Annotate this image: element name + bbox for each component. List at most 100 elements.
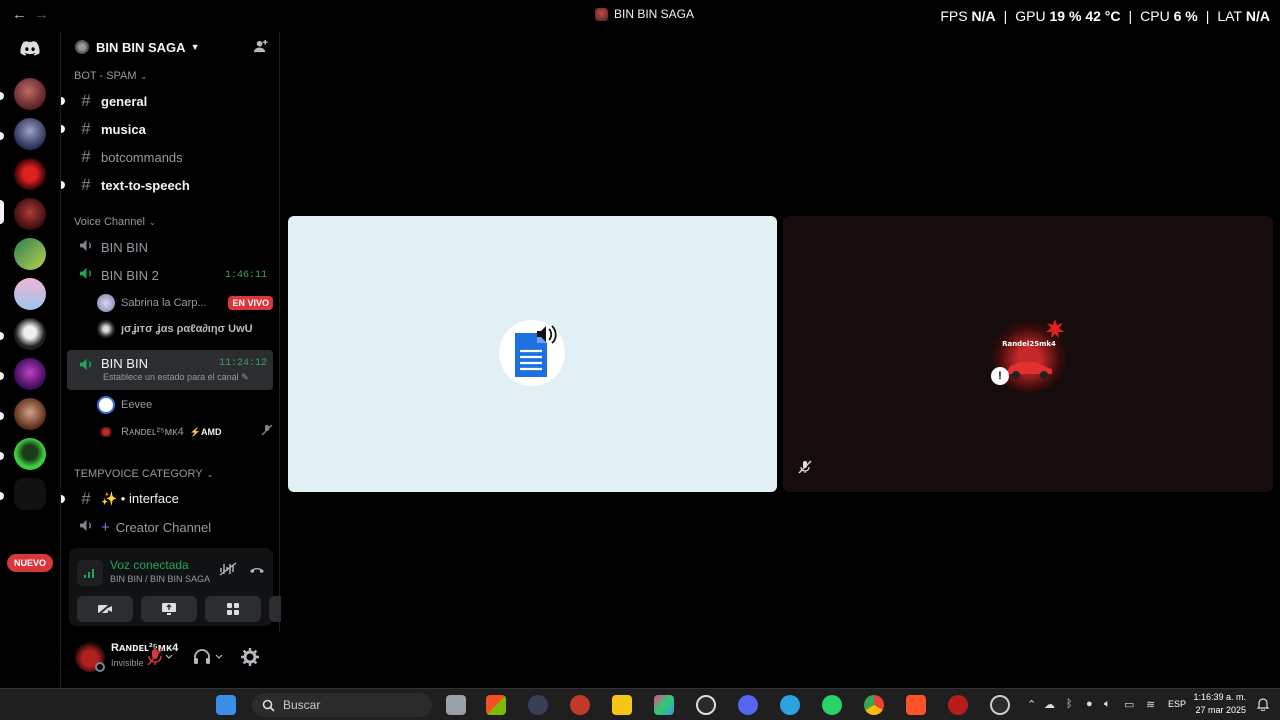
channel-name: general (101, 93, 148, 109)
category-tempvoice[interactable]: TEMPVOICE CATEGORY ⌄ (74, 468, 213, 480)
voice-channel-bin-bin-2[interactable]: BIN BIN 2 1:46:11 (67, 262, 273, 288)
voice-user[interactable]: Rᴀɴᴅᴇʟ²⁵ᴍᴋ4 ⚡AMD (97, 421, 273, 443)
participant-tile[interactable] (288, 216, 777, 492)
file-explorer-icon[interactable] (612, 695, 632, 715)
app-icon[interactable] (990, 695, 1010, 715)
new-badge[interactable]: NUEVO (7, 554, 53, 572)
back-arrow-icon[interactable]: ← (12, 6, 27, 23)
app-icon[interactable] (570, 695, 590, 715)
server-icon-bin-bin-saga[interactable] (14, 198, 46, 230)
plus-icon: + (101, 518, 110, 536)
app-icon[interactable] (654, 695, 674, 715)
forward-arrow-icon[interactable]: → (34, 6, 49, 23)
perf-separator: | (1003, 8, 1008, 24)
windows-taskbar: Buscar ⌃ ☁ ᛒ ● 🔈︎ ▭ ≋ ESP 1:16:39 a. m. … (0, 688, 1280, 720)
unread-pill (61, 125, 65, 133)
activities-button[interactable] (205, 596, 261, 622)
channel-botcommands[interactable]: # botcommands (67, 144, 273, 170)
cpu-label: CPU (1140, 8, 1170, 24)
status-invisible-icon (95, 662, 105, 672)
app-icon[interactable] (948, 695, 968, 715)
noise-suppression-icon[interactable] (219, 562, 237, 581)
brave-icon[interactable] (906, 695, 926, 715)
notification-bell-icon[interactable] (1256, 697, 1270, 716)
disconnect-icon[interactable] (249, 562, 265, 580)
fps-label: FPS (940, 8, 968, 24)
volume-icon[interactable]: 🔈︎ (1104, 698, 1111, 711)
settings-gear-icon[interactable] (241, 648, 259, 671)
server-icon[interactable] (14, 78, 46, 110)
discord-home-icon[interactable] (14, 32, 46, 64)
server-icon[interactable] (14, 118, 46, 150)
guild-unread-pill (0, 412, 4, 420)
cloud-icon[interactable]: ☁ (1044, 698, 1055, 711)
taskbar-search[interactable]: Buscar (252, 693, 432, 717)
mic-muted-button[interactable] (147, 648, 173, 671)
avatar-caption: Randel25mk4 (1002, 340, 1056, 348)
widgets-icon[interactable] (216, 695, 236, 715)
voice-channel-bin-bin-active[interactable]: BIN BIN 11:24:12 Establece un estado par… (67, 350, 273, 390)
channel-name: BIN BIN (101, 239, 148, 255)
channel-status-prompt[interactable]: Establece un estado para el canal ✎ (103, 372, 249, 383)
guild-unread-pill (0, 92, 4, 100)
wifi-icon[interactable]: ≋ (1146, 698, 1155, 711)
gpu-temp: 42 °C (1085, 8, 1121, 24)
voice-channel-bin-bin[interactable]: BIN BIN (67, 234, 273, 260)
voice-user[interactable]: ȷσʝιтσ ʝαѕ ραℓα∂ιησ UwU (97, 318, 273, 340)
user-status: Invisible (111, 658, 144, 668)
voice-stage: Randel25mk4 ! (281, 32, 1280, 688)
channel-text-to-speech[interactable]: # text-to-speech (61, 172, 273, 198)
server-icon[interactable] (14, 398, 46, 430)
channel-sidebar: BIN BIN SAGA ▼ BOT - SPAM ⌄ # general # … (60, 32, 325, 688)
discord-taskbar-icon[interactable] (738, 695, 758, 715)
channel-general[interactable]: # general (61, 88, 273, 114)
channel-interface[interactable]: # ✨ • interface (61, 486, 273, 512)
taskbar-clock[interactable]: 1:16:39 a. m. 27 mar 2025 (1193, 691, 1246, 717)
invite-people-icon[interactable] (253, 39, 268, 59)
voice-user[interactable]: Eevee (97, 394, 273, 416)
voice-user[interactable]: Sabrina la Carp... EN VIVO (97, 292, 273, 314)
server-icon[interactable] (14, 318, 46, 350)
hashtag-icon: # (81, 147, 91, 166)
category-label: Voice Channel (74, 216, 145, 228)
show-hidden-icons-icon[interactable]: ⌃ (1027, 698, 1036, 711)
hashtag-icon: # (81, 489, 91, 508)
category-bot-spam[interactable]: BOT - SPAM ⌄ (74, 70, 147, 82)
voice-user-name: Eevee (121, 399, 153, 411)
server-icon[interactable] (14, 438, 46, 470)
server-header[interactable]: BIN BIN SAGA ▼ (61, 32, 280, 62)
microsoft-store-icon[interactable] (486, 695, 506, 715)
server-folder-icon[interactable] (14, 478, 46, 510)
task-view-icon[interactable] (446, 695, 466, 715)
chrome-icon[interactable] (864, 695, 884, 715)
battery-icon[interactable]: ▭ (1124, 698, 1134, 711)
headphones-button[interactable] (193, 648, 223, 671)
server-icon[interactable] (14, 158, 46, 190)
voice-location[interactable]: BIN BIN / BIN BIN SAGA (110, 574, 210, 584)
guild-unread-pill (0, 492, 4, 500)
voice-status[interactable]: Voz conectada (110, 558, 189, 572)
screen-share-button[interactable] (141, 596, 197, 622)
language-indicator[interactable]: ESP (1168, 699, 1186, 709)
media-player-icon[interactable] (696, 695, 716, 715)
server-icon[interactable] (14, 358, 46, 390)
bluetooth-icon[interactable]: ᛒ (1066, 698, 1073, 710)
whatsapp-icon[interactable] (822, 695, 842, 715)
signal-icon[interactable] (77, 560, 103, 586)
telegram-icon[interactable] (780, 695, 800, 715)
app-icon[interactable] (528, 695, 548, 715)
channel-musica[interactable]: # musica (61, 116, 273, 142)
unread-pill (61, 181, 65, 189)
category-voice-channel[interactable]: Voice Channel ⌄ (74, 216, 156, 228)
hashtag-icon: # (81, 175, 91, 194)
perf-separator: | (1205, 8, 1210, 24)
microphone-icon[interactable]: ● (1086, 698, 1093, 710)
server-icon[interactable] (14, 238, 46, 270)
camera-button[interactable] (77, 596, 133, 622)
channel-name: BIN BIN (101, 356, 148, 371)
chevron-down-icon: ⌄ (140, 71, 148, 81)
server-icon[interactable] (14, 278, 46, 310)
avatar (97, 320, 115, 338)
participant-tile[interactable]: Randel25mk4 ! (783, 216, 1273, 492)
voice-channel-creator[interactable]: + Creator Channel (67, 514, 273, 540)
